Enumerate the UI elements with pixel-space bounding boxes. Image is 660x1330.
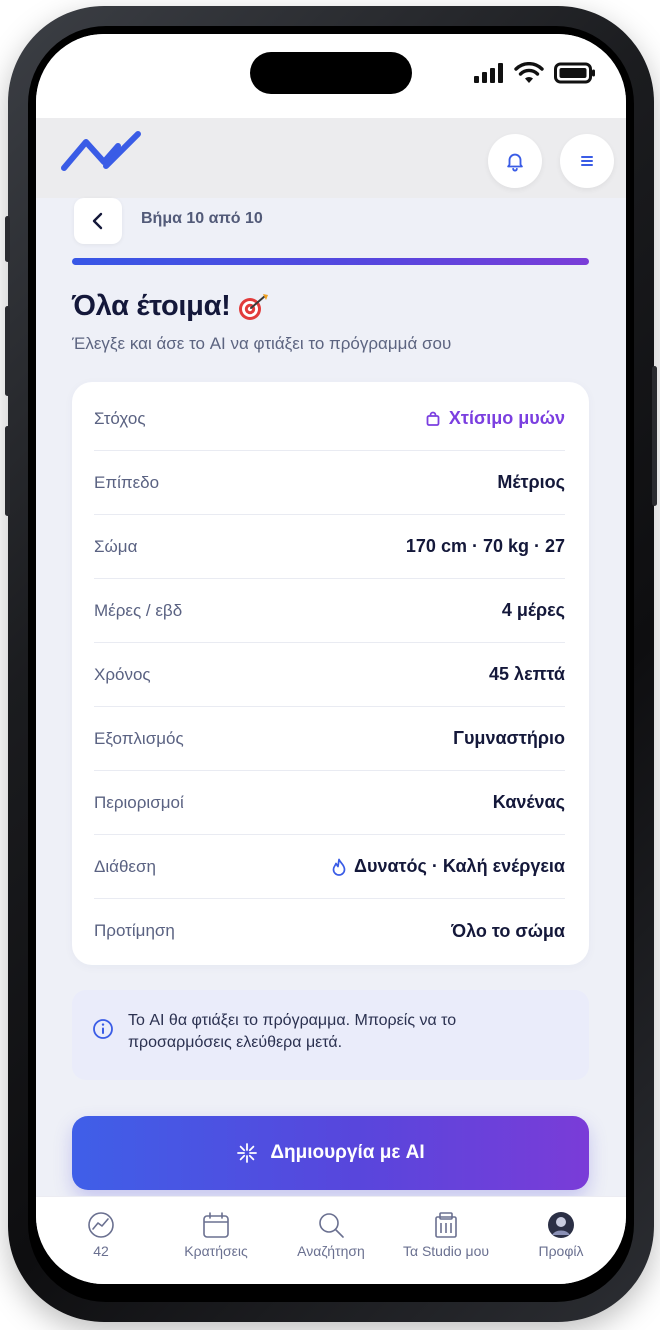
bottom-tab-bar: 42 Κρατήσεις Αναζήτηση Τα Studio μου Προ… bbox=[36, 1196, 626, 1284]
row-label: Μέρες / εβδ bbox=[94, 600, 183, 620]
back-button[interactable] bbox=[74, 198, 122, 244]
row-label: Σώμα bbox=[94, 536, 138, 556]
tab-label: Αναζήτηση bbox=[297, 1243, 365, 1259]
tab-label: Τα Studio μου bbox=[402, 1243, 490, 1259]
calendar-icon bbox=[203, 1212, 229, 1238]
tab-my-studios[interactable]: Τα Studio μου bbox=[391, 1211, 501, 1259]
summary-row-days[interactable]: Μέρες / εβδ 4 μέρες bbox=[94, 579, 565, 643]
summary-row-body[interactable]: Σώμα 170 cm · 70 kg · 27 bbox=[94, 515, 565, 579]
row-value-text: Δυνατός · Καλή ενέργεια bbox=[354, 856, 565, 876]
cta-label: Δημιουργία με AI bbox=[270, 1142, 425, 1163]
sparkle-icon bbox=[237, 1143, 258, 1163]
row-label: Χρόνος bbox=[94, 664, 151, 684]
tab-label: Προφίλ bbox=[538, 1243, 584, 1259]
flame-icon bbox=[332, 858, 346, 876]
tab-profile[interactable]: Προφίλ bbox=[506, 1211, 616, 1259]
info-text: Το AI θα φτιάξει το πρόγραμμα. Μπορείς ν… bbox=[128, 1010, 456, 1054]
target-icon bbox=[238, 293, 268, 320]
page-subtitle: Έλεγξε και άσε το AI να φτιάξει το πρόγρ… bbox=[72, 334, 452, 353]
page-title-text: Όλα έτοιμα! bbox=[72, 290, 231, 322]
zigzag-logo-icon[interactable] bbox=[60, 128, 144, 178]
row-value: 4 μέρες bbox=[501, 600, 565, 620]
row-label: Περιορισμοί bbox=[94, 792, 184, 812]
row-value: Χτίσιμο μυών bbox=[425, 408, 565, 429]
row-value: Δυνατός · Καλή ενέργεια bbox=[332, 856, 565, 877]
bell-icon bbox=[507, 153, 523, 172]
info-line-1: Το AI θα φτιάξει το πρόγραμμα. Μπορείς ν… bbox=[128, 1012, 457, 1029]
row-value: Μέτριος bbox=[497, 472, 565, 492]
tab-score[interactable]: 42 bbox=[46, 1211, 156, 1259]
row-label: Επίπεδο bbox=[94, 472, 160, 492]
row-value: 170 cm · 70 kg · 27 bbox=[405, 536, 565, 556]
menu-icon bbox=[581, 156, 593, 166]
shopping-bag-icon bbox=[426, 411, 440, 426]
info-note: Το AI θα φτιάξει το πρόγραμμα. Μπορείς ν… bbox=[72, 990, 589, 1080]
status-bar bbox=[36, 34, 626, 118]
row-label: Εξοπλισμός bbox=[94, 728, 184, 748]
tab-label: Κρατήσεις bbox=[184, 1243, 248, 1259]
chevron-left-icon bbox=[92, 212, 103, 230]
page-title: Όλα έτοιμα! bbox=[72, 290, 271, 323]
summary-row-goal[interactable]: Στόχος Χτίσιμο μυών bbox=[94, 387, 565, 451]
row-value: Γυμναστήριο bbox=[453, 728, 565, 748]
wizard-content: Βήμα 10 από 10 Όλα έτοιμα! Έλεγξε και άσ… bbox=[36, 198, 626, 1198]
screen: Βήμα 10 από 10 Όλα έτοιμα! Έλεγξε και άσ… bbox=[36, 34, 626, 1284]
row-value: Κανένας bbox=[492, 792, 565, 812]
progress-bar bbox=[72, 258, 589, 265]
summary-row-limitations[interactable]: Περιορισμοί Κανένας bbox=[94, 771, 565, 835]
search-icon bbox=[319, 1213, 344, 1238]
signal-icon bbox=[474, 63, 503, 83]
building-icon bbox=[435, 1212, 457, 1238]
tab-search[interactable]: Αναζήτηση bbox=[276, 1211, 386, 1259]
create-with-ai-button[interactable]: Δημιουργία με AI bbox=[72, 1116, 589, 1190]
tab-bookings[interactable]: Κρατήσεις bbox=[161, 1211, 271, 1259]
avatar bbox=[548, 1212, 574, 1238]
summary-row-equipment[interactable]: Εξοπλισμός Γυμναστήριο bbox=[94, 707, 565, 771]
row-label: Διάθεση bbox=[94, 856, 156, 876]
summary-row-level[interactable]: Επίπεδο Μέτριος bbox=[94, 451, 565, 515]
info-line-2: προσαρμόσεις ελεύθερα μετά. bbox=[128, 1034, 343, 1051]
row-label: Στόχος bbox=[94, 408, 146, 428]
summary-row-time[interactable]: Χρόνος 45 λεπτά bbox=[94, 643, 565, 707]
summary-row-preference[interactable]: Προτίμηση Όλο το σώμα bbox=[94, 899, 565, 963]
dynamic-island bbox=[250, 52, 412, 94]
score-gauge-icon bbox=[88, 1212, 114, 1238]
app-header bbox=[36, 118, 626, 198]
tab-label: 42 bbox=[93, 1243, 109, 1259]
battery-icon bbox=[554, 62, 595, 84]
notifications-button[interactable] bbox=[488, 134, 542, 188]
summary-row-mood[interactable]: Διάθεση Δυνατός · Καλή ενέργεια bbox=[94, 835, 565, 899]
step-indicator: Βήμα 10 από 10 bbox=[141, 210, 263, 227]
row-value: 45 λεπτά bbox=[489, 664, 565, 684]
info-icon bbox=[93, 1019, 113, 1039]
menu-button[interactable] bbox=[560, 134, 614, 188]
row-value-text: Χτίσιμο μυών bbox=[448, 408, 565, 428]
row-value: Όλο το σώμα bbox=[451, 920, 565, 941]
summary-card: Στόχος Χτίσιμο μυών Επίπεδο Μέτριος Σώμα… bbox=[72, 382, 589, 965]
wifi-icon bbox=[514, 62, 544, 83]
row-label: Προτίμηση bbox=[94, 921, 175, 940]
